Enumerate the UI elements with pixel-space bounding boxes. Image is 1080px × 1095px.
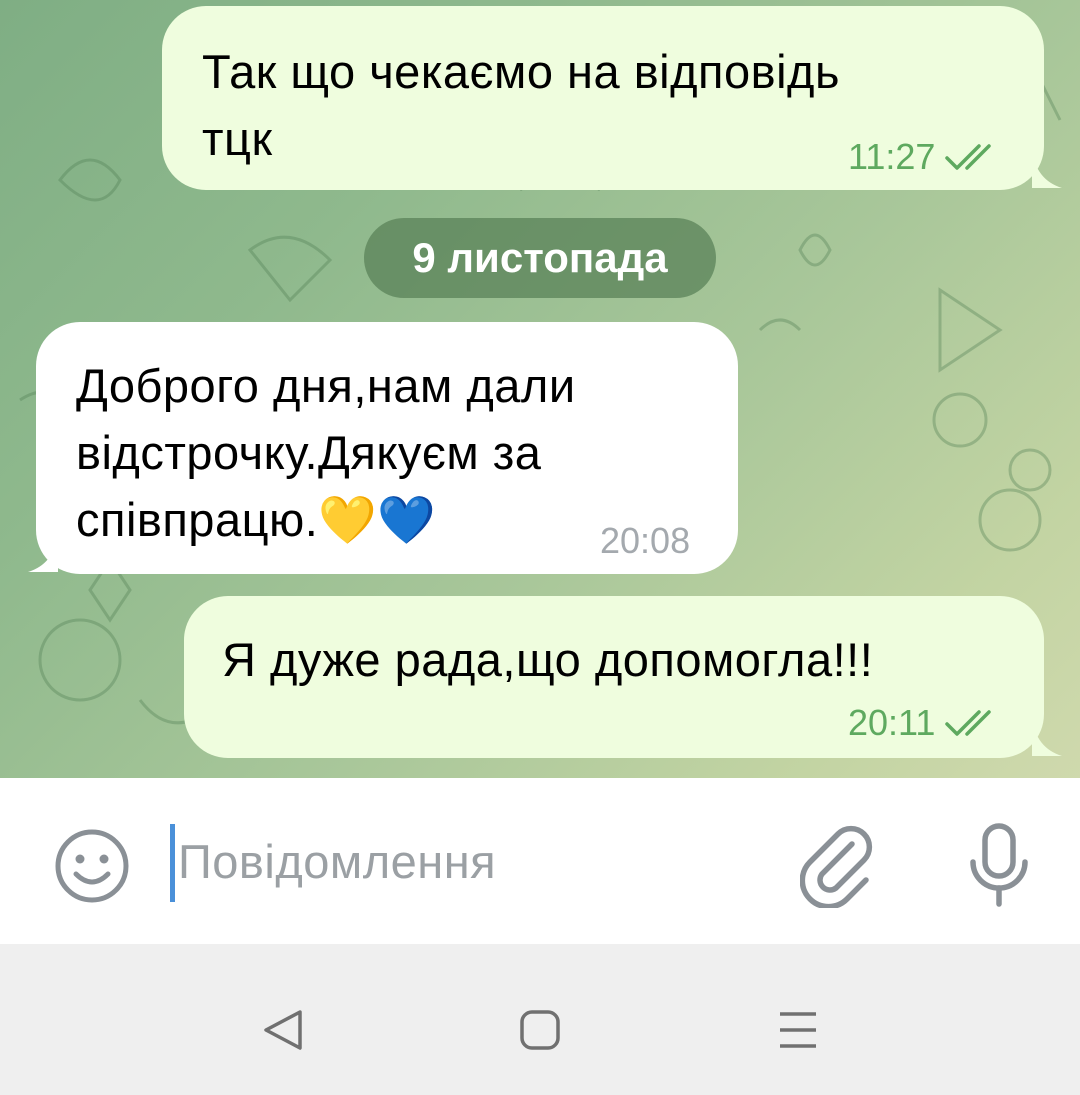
message-text-line: Так що чекаємо на відповідь — [202, 45, 840, 98]
date-separator: 9 листопада — [364, 218, 716, 298]
message-text-line: Я дуже рада,що допомогла!!! — [222, 633, 874, 686]
message-composer: Повідомлення — [0, 778, 1080, 944]
outgoing-message-2[interactable]: Я дуже рада,що допомогла!!! 20:11 — [184, 596, 1044, 758]
triangle-back-icon[interactable] — [262, 1008, 304, 1052]
bubble-tail — [1032, 150, 1062, 188]
smiley-icon[interactable] — [52, 826, 132, 906]
double-check-icon — [945, 710, 992, 736]
square-home-icon[interactable] — [518, 1008, 562, 1052]
double-check-icon — [945, 144, 992, 170]
message-input[interactable]: Повідомлення — [178, 834, 496, 889]
message-text-line: відстрочку.Дякуєм за — [76, 426, 542, 479]
bubble-tail — [1032, 718, 1062, 756]
microphone-icon[interactable] — [966, 822, 1032, 912]
bubble-tail — [28, 534, 58, 572]
message-time: 20:11 — [848, 702, 936, 743]
incoming-message[interactable]: Доброго дня,нам дали відстрочку.Дякуєм з… — [36, 322, 738, 574]
outgoing-message-1[interactable]: Так що чекаємо на відповідь тцк 11:27 — [162, 6, 1044, 190]
message-time: 20:08 — [600, 520, 691, 561]
paperclip-icon[interactable] — [800, 824, 876, 908]
menu-lines-icon[interactable] — [776, 1008, 820, 1052]
chat-area[interactable]: Так що чекаємо на відповідь тцк 11:27 9 … — [0, 0, 1080, 778]
message-text-line: Доброго дня,нам дали — [76, 359, 576, 412]
text-cursor — [170, 824, 175, 902]
message-time: 11:27 — [848, 136, 936, 177]
system-navigation-bar — [0, 944, 1080, 1095]
